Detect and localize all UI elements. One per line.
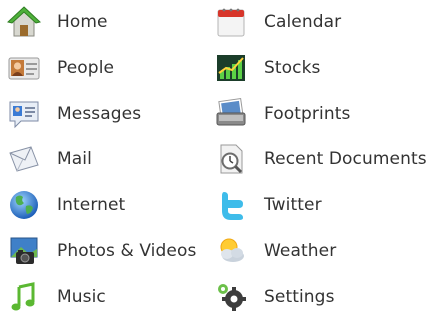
menu-item-label: Internet bbox=[57, 195, 126, 215]
internet-icon bbox=[5, 187, 43, 223]
menu-item-label: Mail bbox=[57, 149, 92, 169]
people-icon bbox=[5, 50, 43, 86]
weather-icon bbox=[212, 233, 250, 269]
menu-item-label: Calendar bbox=[264, 12, 342, 32]
menu-item-weather[interactable]: Weather bbox=[212, 231, 336, 271]
menu-item-label: Home bbox=[57, 12, 108, 32]
settings-icon bbox=[212, 279, 250, 315]
menu-item-messages[interactable]: Messages bbox=[5, 94, 141, 134]
twitter-icon bbox=[212, 187, 250, 223]
calendar-icon bbox=[212, 4, 250, 40]
home-icon bbox=[5, 4, 43, 40]
app-menu: Home People Messages Mail Internet Photo… bbox=[0, 0, 441, 313]
menu-item-music[interactable]: Music bbox=[5, 277, 106, 317]
stocks-icon bbox=[212, 50, 250, 86]
menu-item-settings[interactable]: Settings bbox=[212, 277, 335, 317]
menu-item-twitter[interactable]: Twitter bbox=[212, 185, 322, 225]
footprints-icon bbox=[212, 96, 250, 132]
menu-item-label: Music bbox=[57, 287, 106, 307]
messages-icon bbox=[5, 96, 43, 132]
menu-item-internet[interactable]: Internet bbox=[5, 185, 125, 225]
menu-item-label: Twitter bbox=[264, 195, 322, 215]
menu-item-label: Settings bbox=[264, 287, 335, 307]
menu-item-calendar[interactable]: Calendar bbox=[212, 2, 341, 42]
mail-icon bbox=[5, 141, 43, 177]
menu-item-label: Weather bbox=[264, 241, 337, 261]
menu-item-stocks[interactable]: Stocks bbox=[212, 48, 321, 88]
menu-item-label: Photos & Videos bbox=[57, 241, 197, 261]
photos-videos-icon bbox=[5, 233, 43, 269]
music-icon bbox=[5, 279, 43, 315]
menu-item-label: Messages bbox=[57, 104, 142, 124]
menu-item-label: People bbox=[57, 58, 115, 78]
menu-item-photos-videos[interactable]: Photos & Videos bbox=[5, 231, 196, 271]
menu-item-recent-documents[interactable]: Recent Documents bbox=[212, 139, 427, 179]
menu-item-people[interactable]: People bbox=[5, 48, 114, 88]
menu-item-label: Footprints bbox=[264, 104, 351, 124]
menu-item-label: Stocks bbox=[264, 58, 321, 78]
recent-documents-icon bbox=[212, 141, 250, 177]
menu-item-home[interactable]: Home bbox=[5, 2, 108, 42]
menu-item-mail[interactable]: Mail bbox=[5, 139, 92, 179]
menu-item-label: Recent Documents bbox=[264, 149, 427, 169]
menu-item-footprints[interactable]: Footprints bbox=[212, 94, 350, 134]
